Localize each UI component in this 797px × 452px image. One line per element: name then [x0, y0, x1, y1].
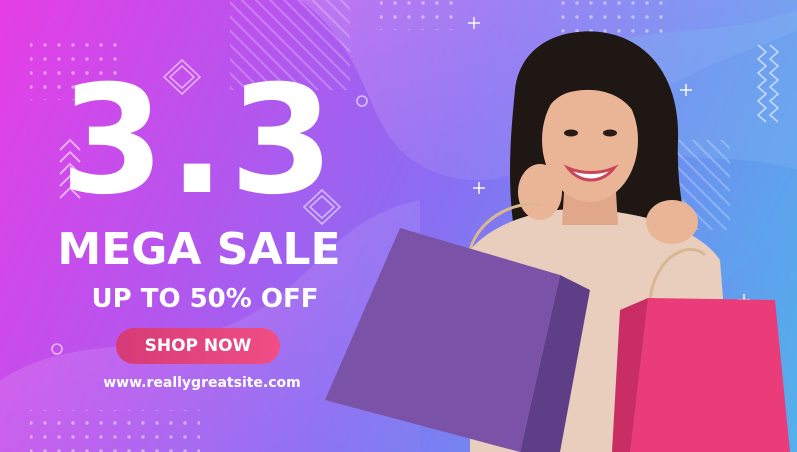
discount-text: UP TO 50% OFF — [91, 284, 319, 314]
eye — [564, 129, 578, 137]
left-hand — [518, 164, 562, 220]
eye — [603, 129, 617, 137]
mega-sale-title: MEGA SALE — [57, 224, 341, 275]
sale-date-headline: 3.3 — [60, 54, 338, 228]
pink-bag — [620, 298, 790, 452]
website-link[interactable]: www.reallygreatsite.com — [96, 372, 308, 394]
shop-now-button[interactable]: SHOP NOW — [116, 328, 280, 364]
sale-banner: 3.3 MEGA SALE UP TO 50% OFF SHOP NOW www… — [0, 0, 797, 452]
right-hand — [646, 200, 698, 244]
